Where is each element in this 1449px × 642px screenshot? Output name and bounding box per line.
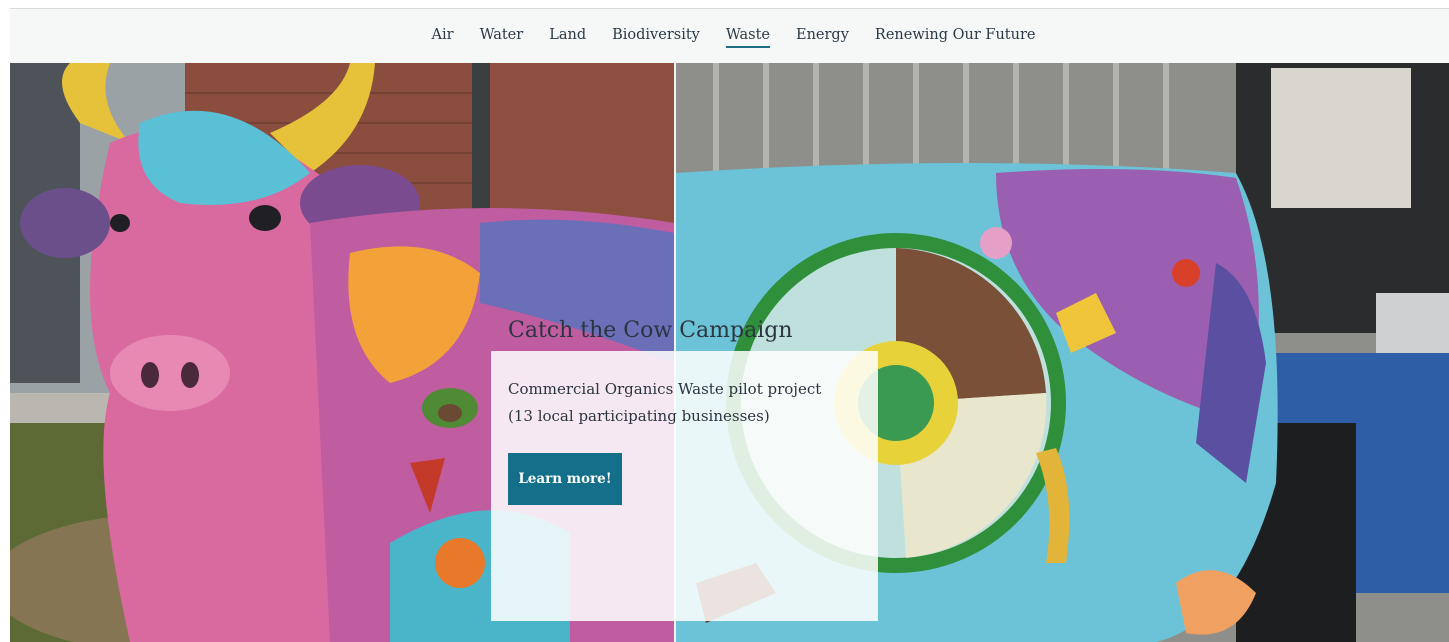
nav-item-waste[interactable]: Waste (725, 27, 770, 48)
nav-item-energy[interactable]: Energy (796, 27, 849, 48)
nav-item-biodiversity[interactable]: Biodiversity (612, 27, 700, 48)
campaign-card-content: Catch the Cow Campaign Commercial Organi… (481, 288, 868, 558)
nav-item-water[interactable]: Water (480, 27, 524, 48)
nav-item-air[interactable]: Air (432, 27, 454, 48)
campaign-title: Catch the Cow Campaign (508, 318, 793, 343)
nav-item-land[interactable]: Land (549, 27, 586, 48)
main-navigation: Air Water Land Biodiversity Waste Energy… (10, 9, 1449, 63)
campaign-description-line-1: Commercial Organics Waste pilot project (508, 380, 822, 398)
learn-more-button[interactable]: Learn more! (508, 453, 622, 505)
campaign-description-line-2: (13 local participating businesses) (508, 407, 770, 425)
nav-item-renewing-our-future[interactable]: Renewing Our Future (875, 27, 1036, 48)
nav-list: Air Water Land Biodiversity Waste Energy… (10, 9, 1449, 63)
campaign-description: Commercial Organics Waste pilot project … (508, 376, 853, 430)
